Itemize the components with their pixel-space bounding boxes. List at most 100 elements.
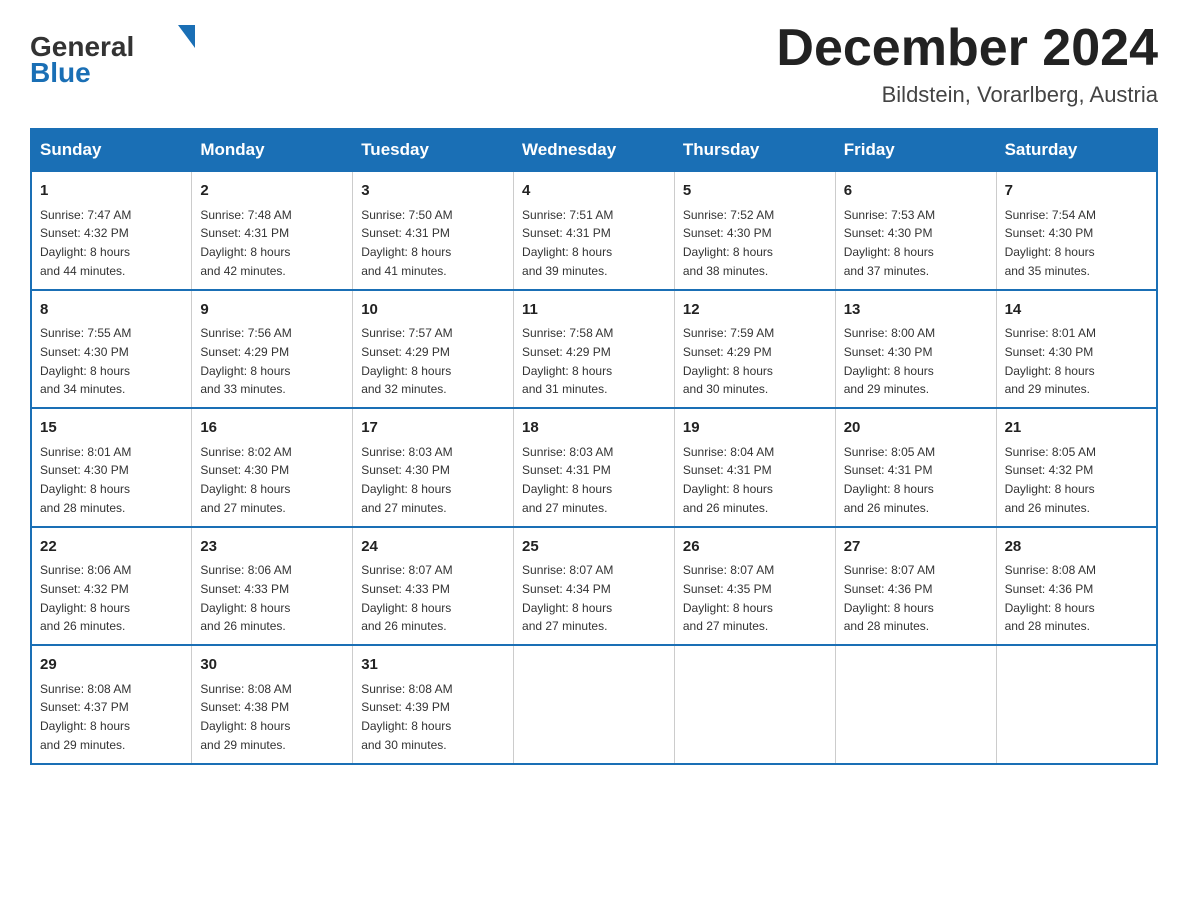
day-number: 16	[200, 417, 344, 440]
day-number: 4	[522, 180, 666, 203]
day-number: 29	[40, 654, 183, 677]
day-number: 30	[200, 654, 344, 677]
day-info: Sunrise: 8:07 AMSunset: 4:35 PMDaylight:…	[683, 563, 774, 633]
calendar-day: 7 Sunrise: 7:54 AMSunset: 4:30 PMDayligh…	[996, 171, 1157, 290]
day-number: 14	[1005, 299, 1148, 322]
calendar-day: 18 Sunrise: 8:03 AMSunset: 4:31 PMDaylig…	[514, 408, 675, 527]
col-friday: Friday	[835, 129, 996, 171]
calendar-week-2: 8 Sunrise: 7:55 AMSunset: 4:30 PMDayligh…	[31, 290, 1157, 409]
calendar-day: 28 Sunrise: 8:08 AMSunset: 4:36 PMDaylig…	[996, 527, 1157, 646]
calendar-day: 13 Sunrise: 8:00 AMSunset: 4:30 PMDaylig…	[835, 290, 996, 409]
calendar-day: 14 Sunrise: 8:01 AMSunset: 4:30 PMDaylig…	[996, 290, 1157, 409]
day-number: 27	[844, 536, 988, 559]
calendar-day: 4 Sunrise: 7:51 AMSunset: 4:31 PMDayligh…	[514, 171, 675, 290]
calendar-day: 15 Sunrise: 8:01 AMSunset: 4:30 PMDaylig…	[31, 408, 192, 527]
day-number: 1	[40, 180, 183, 203]
calendar-week-3: 15 Sunrise: 8:01 AMSunset: 4:30 PMDaylig…	[31, 408, 1157, 527]
calendar-header-row: Sunday Monday Tuesday Wednesday Thursday…	[31, 129, 1157, 171]
calendar-day: 24 Sunrise: 8:07 AMSunset: 4:33 PMDaylig…	[353, 527, 514, 646]
day-number: 12	[683, 299, 827, 322]
calendar-day: 29 Sunrise: 8:08 AMSunset: 4:37 PMDaylig…	[31, 645, 192, 764]
day-info: Sunrise: 8:07 AMSunset: 4:33 PMDaylight:…	[361, 563, 452, 633]
calendar-day	[996, 645, 1157, 764]
calendar-day: 17 Sunrise: 8:03 AMSunset: 4:30 PMDaylig…	[353, 408, 514, 527]
day-number: 31	[361, 654, 505, 677]
calendar-day	[514, 645, 675, 764]
page-header: General Blue December 2024 Bildstein, Vo…	[30, 20, 1158, 108]
day-number: 11	[522, 299, 666, 322]
svg-text:Blue: Blue	[30, 57, 91, 88]
day-number: 15	[40, 417, 183, 440]
logo-area: General Blue	[30, 20, 200, 90]
col-thursday: Thursday	[674, 129, 835, 171]
day-info: Sunrise: 8:00 AMSunset: 4:30 PMDaylight:…	[844, 326, 935, 396]
day-info: Sunrise: 8:01 AMSunset: 4:30 PMDaylight:…	[40, 445, 131, 515]
day-number: 22	[40, 536, 183, 559]
day-info: Sunrise: 7:47 AMSunset: 4:32 PMDaylight:…	[40, 208, 131, 278]
location-subtitle: Bildstein, Vorarlberg, Austria	[776, 82, 1158, 108]
day-info: Sunrise: 8:02 AMSunset: 4:30 PMDaylight:…	[200, 445, 291, 515]
calendar-day: 31 Sunrise: 8:08 AMSunset: 4:39 PMDaylig…	[353, 645, 514, 764]
day-info: Sunrise: 8:04 AMSunset: 4:31 PMDaylight:…	[683, 445, 774, 515]
calendar-day: 5 Sunrise: 7:52 AMSunset: 4:30 PMDayligh…	[674, 171, 835, 290]
day-info: Sunrise: 8:05 AMSunset: 4:32 PMDaylight:…	[1005, 445, 1096, 515]
calendar-day: 8 Sunrise: 7:55 AMSunset: 4:30 PMDayligh…	[31, 290, 192, 409]
calendar-day: 20 Sunrise: 8:05 AMSunset: 4:31 PMDaylig…	[835, 408, 996, 527]
day-info: Sunrise: 7:59 AMSunset: 4:29 PMDaylight:…	[683, 326, 774, 396]
day-number: 8	[40, 299, 183, 322]
day-number: 2	[200, 180, 344, 203]
day-info: Sunrise: 8:08 AMSunset: 4:39 PMDaylight:…	[361, 682, 452, 752]
calendar-day: 26 Sunrise: 8:07 AMSunset: 4:35 PMDaylig…	[674, 527, 835, 646]
day-number: 18	[522, 417, 666, 440]
day-info: Sunrise: 8:06 AMSunset: 4:32 PMDaylight:…	[40, 563, 131, 633]
col-monday: Monday	[192, 129, 353, 171]
day-number: 28	[1005, 536, 1148, 559]
day-info: Sunrise: 8:03 AMSunset: 4:31 PMDaylight:…	[522, 445, 613, 515]
day-info: Sunrise: 8:08 AMSunset: 4:37 PMDaylight:…	[40, 682, 131, 752]
day-number: 24	[361, 536, 505, 559]
day-info: Sunrise: 7:53 AMSunset: 4:30 PMDaylight:…	[844, 208, 935, 278]
day-info: Sunrise: 8:07 AMSunset: 4:36 PMDaylight:…	[844, 563, 935, 633]
calendar-day: 10 Sunrise: 7:57 AMSunset: 4:29 PMDaylig…	[353, 290, 514, 409]
day-number: 9	[200, 299, 344, 322]
month-title: December 2024	[776, 20, 1158, 77]
calendar-day: 3 Sunrise: 7:50 AMSunset: 4:31 PMDayligh…	[353, 171, 514, 290]
day-number: 10	[361, 299, 505, 322]
calendar-day: 12 Sunrise: 7:59 AMSunset: 4:29 PMDaylig…	[674, 290, 835, 409]
day-info: Sunrise: 8:08 AMSunset: 4:36 PMDaylight:…	[1005, 563, 1096, 633]
day-info: Sunrise: 7:55 AMSunset: 4:30 PMDaylight:…	[40, 326, 131, 396]
day-number: 26	[683, 536, 827, 559]
day-info: Sunrise: 7:48 AMSunset: 4:31 PMDaylight:…	[200, 208, 291, 278]
col-sunday: Sunday	[31, 129, 192, 171]
calendar-day: 21 Sunrise: 8:05 AMSunset: 4:32 PMDaylig…	[996, 408, 1157, 527]
logo-svg: General Blue	[30, 20, 200, 90]
day-number: 3	[361, 180, 505, 203]
col-tuesday: Tuesday	[353, 129, 514, 171]
calendar-week-1: 1 Sunrise: 7:47 AMSunset: 4:32 PMDayligh…	[31, 171, 1157, 290]
col-wednesday: Wednesday	[514, 129, 675, 171]
day-number: 7	[1005, 180, 1148, 203]
calendar-week-4: 22 Sunrise: 8:06 AMSunset: 4:32 PMDaylig…	[31, 527, 1157, 646]
calendar-day	[674, 645, 835, 764]
day-info: Sunrise: 8:07 AMSunset: 4:34 PMDaylight:…	[522, 563, 613, 633]
calendar-day: 9 Sunrise: 7:56 AMSunset: 4:29 PMDayligh…	[192, 290, 353, 409]
day-info: Sunrise: 7:52 AMSunset: 4:30 PMDaylight:…	[683, 208, 774, 278]
col-saturday: Saturday	[996, 129, 1157, 171]
calendar-day: 25 Sunrise: 8:07 AMSunset: 4:34 PMDaylig…	[514, 527, 675, 646]
day-number: 20	[844, 417, 988, 440]
calendar-table: Sunday Monday Tuesday Wednesday Thursday…	[30, 128, 1158, 765]
calendar-day: 27 Sunrise: 8:07 AMSunset: 4:36 PMDaylig…	[835, 527, 996, 646]
day-number: 13	[844, 299, 988, 322]
day-info: Sunrise: 8:06 AMSunset: 4:33 PMDaylight:…	[200, 563, 291, 633]
day-number: 25	[522, 536, 666, 559]
day-number: 19	[683, 417, 827, 440]
calendar-day: 23 Sunrise: 8:06 AMSunset: 4:33 PMDaylig…	[192, 527, 353, 646]
day-info: Sunrise: 8:08 AMSunset: 4:38 PMDaylight:…	[200, 682, 291, 752]
calendar-day: 30 Sunrise: 8:08 AMSunset: 4:38 PMDaylig…	[192, 645, 353, 764]
day-number: 17	[361, 417, 505, 440]
day-info: Sunrise: 8:05 AMSunset: 4:31 PMDaylight:…	[844, 445, 935, 515]
day-info: Sunrise: 7:54 AMSunset: 4:30 PMDaylight:…	[1005, 208, 1096, 278]
day-info: Sunrise: 8:03 AMSunset: 4:30 PMDaylight:…	[361, 445, 452, 515]
calendar-day: 1 Sunrise: 7:47 AMSunset: 4:32 PMDayligh…	[31, 171, 192, 290]
calendar-day: 16 Sunrise: 8:02 AMSunset: 4:30 PMDaylig…	[192, 408, 353, 527]
